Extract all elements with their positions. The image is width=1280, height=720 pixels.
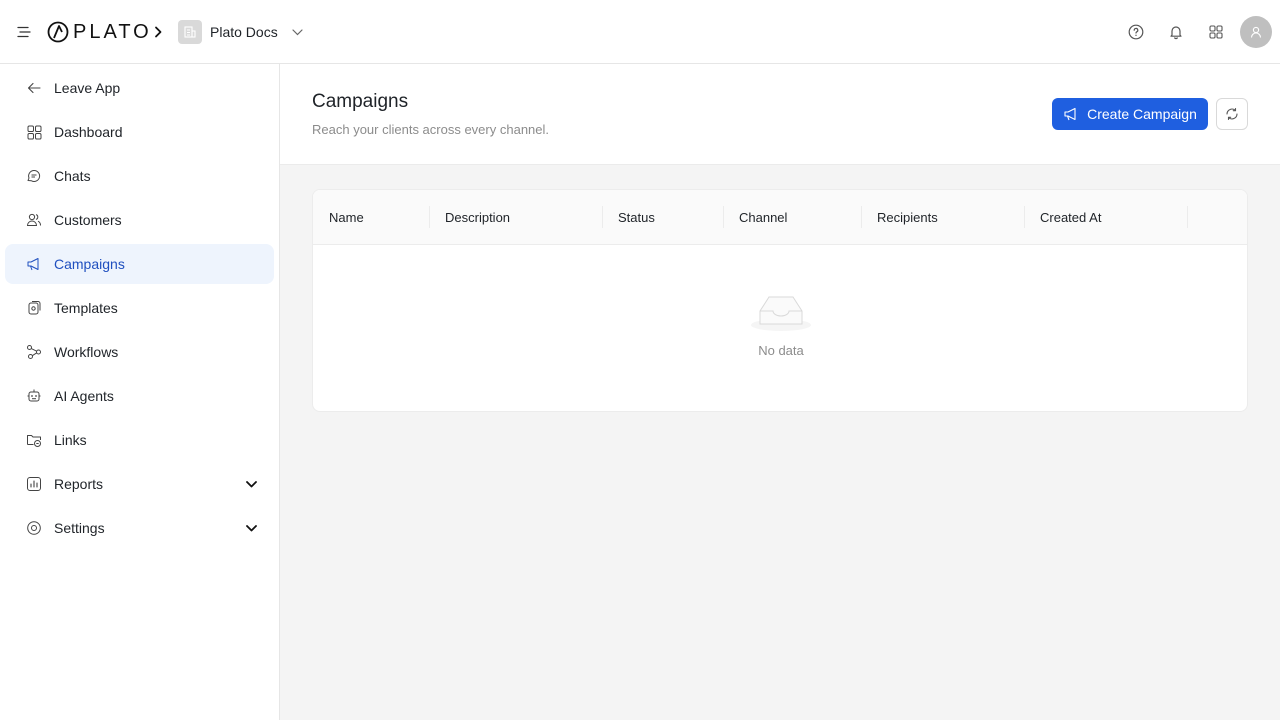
refresh-icon: [1224, 106, 1240, 122]
sidebar-item-reports[interactable]: Reports: [5, 464, 274, 504]
sidebar: Leave App Dashboard Chats Customers Camp…: [0, 64, 280, 720]
column-header-recipients[interactable]: Recipients: [861, 190, 1024, 245]
templates-icon: [25, 299, 43, 317]
sidebar-item-workflows[interactable]: Workflows: [5, 332, 274, 372]
sidebar-item-links[interactable]: Links: [5, 420, 274, 460]
help-icon[interactable]: [1116, 16, 1156, 48]
megaphone-icon: [1063, 106, 1079, 122]
sidebar-item-label: Campaigns: [54, 256, 125, 272]
create-campaign-label: Create Campaign: [1087, 106, 1197, 122]
sidebar-item-label: AI Agents: [54, 388, 114, 404]
plato-logo-icon: [47, 21, 69, 43]
users-icon: [25, 211, 43, 229]
sidebar-item-label: Settings: [54, 520, 105, 536]
chevron-down-icon: [292, 28, 303, 36]
bell-icon[interactable]: [1156, 16, 1196, 48]
column-header-name[interactable]: Name: [313, 190, 429, 245]
workspace-selector[interactable]: Plato Docs: [178, 20, 303, 44]
sidebar-item-dashboard[interactable]: Dashboard: [5, 112, 274, 152]
refresh-button[interactable]: [1216, 98, 1248, 130]
sidebar-item-customers[interactable]: Customers: [5, 200, 274, 240]
sidebar-item-label: Customers: [54, 212, 122, 228]
campaigns-table: Name Description Status Channel Recipien…: [312, 189, 1248, 412]
table-header: Name Description Status Channel Recipien…: [313, 190, 1247, 245]
logo-text: PLATO: [73, 20, 152, 43]
empty-state: No data: [313, 290, 1247, 358]
sidebar-item-label: Reports: [54, 476, 104, 492]
dashboard-icon: [25, 123, 43, 141]
megaphone-icon: [25, 255, 43, 273]
building-icon: [178, 20, 202, 44]
report-icon: [25, 475, 43, 493]
ai-agent-icon: [25, 387, 43, 405]
sidebar-item-leave-app[interactable]: Leave App: [5, 68, 274, 108]
main-content: Campaigns Reach your clients across ever…: [280, 64, 1280, 720]
page-title: Campaigns: [312, 91, 409, 112]
sidebar-item-label: Workflows: [54, 344, 119, 360]
empty-text: No data: [758, 343, 804, 358]
sidebar-item-label: Dashboard: [54, 124, 123, 140]
column-header-created-at[interactable]: Created At: [1024, 190, 1187, 245]
sidebar-item-settings[interactable]: Settings: [5, 508, 274, 548]
column-header-status[interactable]: Status: [602, 190, 723, 245]
sidebar-item-label: Leave App: [54, 80, 121, 96]
workspace-name: Plato Docs: [210, 24, 278, 40]
chevron-down-icon[interactable]: [244, 521, 258, 535]
link-folder-icon: [25, 431, 43, 449]
sidebar-item-campaigns[interactable]: Campaigns: [5, 244, 274, 284]
sidebar-item-label: Chats: [54, 168, 91, 184]
plato-logo[interactable]: PLATO: [47, 20, 152, 44]
page-subtitle: Reach your clients across every channel.: [312, 122, 550, 137]
apps-grid-icon[interactable]: [1196, 16, 1236, 48]
column-header-channel[interactable]: Channel: [723, 190, 861, 245]
page-header: Campaigns Reach your clients across ever…: [280, 64, 1280, 165]
arrow-left-icon: [25, 79, 43, 97]
sidebar-item-label: Links: [54, 432, 87, 448]
sidebar-item-templates[interactable]: Templates: [5, 288, 274, 328]
column-divider: [1187, 206, 1188, 228]
sidebar-item-ai-agents[interactable]: AI Agents: [5, 376, 274, 416]
column-header-description[interactable]: Description: [429, 190, 602, 245]
workflow-icon: [25, 343, 43, 361]
chat-icon: [25, 167, 43, 185]
chevron-down-icon[interactable]: [244, 477, 258, 491]
sidebar-item-chats[interactable]: Chats: [5, 156, 274, 196]
top-bar: PLATO Plato Docs: [0, 0, 1280, 64]
settings-icon: [25, 519, 43, 537]
create-campaign-button[interactable]: Create Campaign: [1052, 98, 1208, 130]
menu-fold-icon[interactable]: [14, 22, 34, 42]
top-actions: [1116, 16, 1272, 48]
user-avatar-icon[interactable]: [1240, 16, 1272, 48]
sidebar-item-label: Templates: [54, 300, 118, 316]
chevron-right-icon: [150, 22, 166, 42]
empty-inbox-icon: [749, 290, 813, 337]
